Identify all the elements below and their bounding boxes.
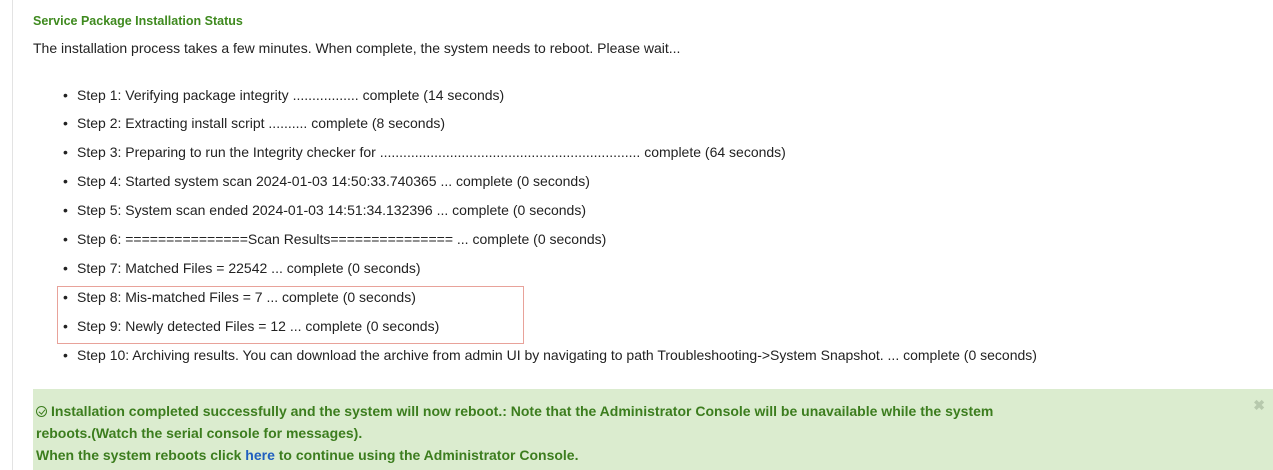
step-item: Step 2: Extracting install script ......… bbox=[63, 114, 445, 132]
success-alert: Installation completed successfully and … bbox=[33, 389, 1273, 470]
step-item: Step 6: ===============Scan Results=====… bbox=[63, 230, 606, 248]
here-link[interactable]: here bbox=[245, 447, 275, 463]
left-divider bbox=[12, 0, 13, 470]
alert-message: Installation completed successfully and … bbox=[51, 403, 994, 419]
step-item: Step 10: Archiving results. You can down… bbox=[63, 346, 1037, 364]
check-circle-icon bbox=[36, 406, 47, 417]
intro-text: The installation process takes a few min… bbox=[33, 40, 681, 56]
section-title: Service Package Installation Status bbox=[33, 14, 243, 28]
close-icon[interactable]: ✖ bbox=[1253, 397, 1265, 414]
alert-line-3-prefix: When the system reboots click bbox=[36, 447, 246, 463]
step-item: Step 7: Matched Files = 22542 ... comple… bbox=[63, 259, 421, 277]
step-item: Step 3: Preparing to run the Integrity c… bbox=[63, 143, 786, 161]
install-status-page: Service Package Installation Status The … bbox=[0, 0, 1273, 470]
highlight-box bbox=[57, 286, 524, 344]
alert-line-1: Installation completed successfully and … bbox=[36, 400, 1273, 422]
step-item: Step 5: System scan ended 2024-01-03 14:… bbox=[63, 201, 586, 219]
alert-line-3: When the system reboots click here to co… bbox=[36, 444, 1273, 466]
step-item: Step 1: Verifying package integrity ....… bbox=[63, 86, 504, 104]
alert-line-2: reboots.(Watch the serial console for me… bbox=[36, 425, 363, 441]
alert-line-3-suffix: to continue using the Administrator Cons… bbox=[274, 447, 579, 463]
step-item: Step 4: Started system scan 2024-01-03 1… bbox=[63, 172, 590, 190]
